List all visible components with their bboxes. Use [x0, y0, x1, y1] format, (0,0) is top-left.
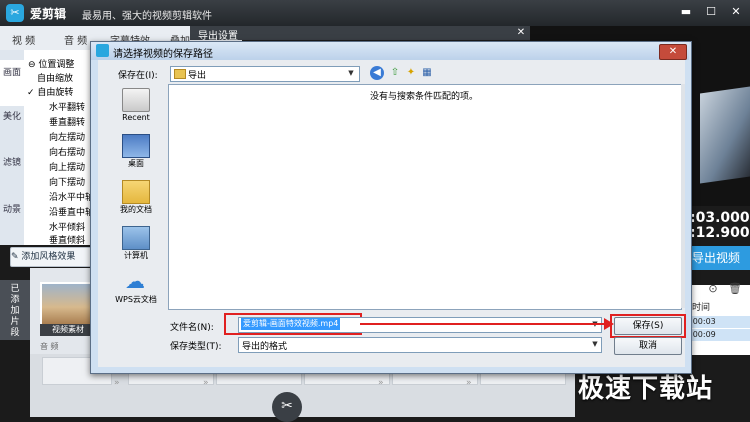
preview-photo	[700, 86, 750, 184]
effect-item-selected[interactable]: ✓ 自由旋转	[27, 85, 73, 98]
chevron-down-icon[interactable]: ▼	[346, 69, 356, 77]
effect-item[interactable]: 垂直倾斜	[49, 233, 85, 246]
table-row[interactable]: :00:09	[690, 329, 750, 341]
effect-item[interactable]: 沿水平中轴	[49, 190, 94, 203]
effect-item[interactable]: 沿垂直中轴	[49, 205, 94, 218]
refresh-icon[interactable]: ⊙	[706, 282, 720, 296]
dialog-close-button[interactable]: ✕	[659, 44, 687, 60]
minimize-icon[interactable]: ▬	[678, 4, 694, 20]
add-style-effect-button[interactable]: ✎ 添加风格效果	[10, 247, 94, 267]
sidebar-item-beautify[interactable]: 美化	[0, 112, 24, 122]
close-icon[interactable]: ✕	[728, 4, 744, 20]
chevron-right-icon: »	[203, 378, 209, 388]
maximize-icon[interactable]: ☐	[703, 4, 719, 20]
clip-label: 视频素材	[40, 324, 96, 336]
filetype-label: 保存类型(T):	[170, 342, 222, 352]
scissors-icon[interactable]: ✂	[272, 392, 302, 422]
export-settings-title: 导出设置	[198, 31, 238, 42]
chevron-right-icon: »	[114, 378, 120, 388]
save-in-value: 导出	[188, 71, 207, 81]
effect-item[interactable]: 垂直翻转	[49, 115, 85, 128]
cloud-icon[interactable]: ☁	[122, 270, 148, 292]
effect-item[interactable]: 向上摆动	[49, 160, 85, 173]
dialog-app-icon	[96, 44, 109, 57]
effect-item[interactable]: 水平倾斜	[49, 220, 85, 233]
table-header: 时间	[692, 303, 711, 313]
effect-item[interactable]: 自由缩放	[37, 71, 73, 84]
save-button[interactable]: 保存(S)	[614, 317, 682, 335]
export-settings-close-icon[interactable]: ✕	[514, 27, 528, 39]
filename-value[interactable]: 爱剪辑-画面特效视频.mp4	[241, 318, 341, 330]
recent-icon[interactable]	[122, 88, 150, 112]
up-folder-icon[interactable]: ⇧	[388, 66, 402, 80]
sidebar-item-filter[interactable]: 滤镜	[0, 158, 24, 168]
file-list[interactable]	[168, 84, 682, 310]
chevron-right-icon: »	[466, 378, 472, 388]
export-video-button[interactable]: 导出视频	[682, 246, 750, 270]
effect-item[interactable]: 向右摆动	[49, 145, 85, 158]
file-list-edge	[681, 84, 685, 308]
tab-audio[interactable]: 音 频	[64, 32, 87, 47]
desktop-icon[interactable]	[122, 134, 150, 158]
trash-icon[interactable]: 🗑	[728, 282, 742, 296]
filetype-value: 导出的格式	[242, 342, 288, 352]
app-logo-icon: ✂	[6, 4, 24, 22]
place-recent[interactable]: Recent	[108, 113, 164, 122]
effect-item[interactable]: 向左摆动	[49, 130, 85, 143]
computer-icon[interactable]	[122, 226, 150, 250]
filetype-dropdown[interactable]	[238, 337, 602, 353]
chevron-right-icon: »	[378, 378, 384, 388]
empty-message: 没有与搜索条件匹配的项。	[370, 92, 479, 102]
clip-thumbnail[interactable]	[40, 282, 96, 328]
app-name: 爱剪辑	[30, 7, 67, 21]
new-folder-icon[interactable]: ✦	[404, 66, 418, 80]
export-settings-titlebar: 导出设置	[190, 26, 530, 42]
effects-header[interactable]: ⊖ 位置调整	[28, 57, 74, 70]
folder-icon	[174, 69, 186, 79]
view-menu-icon[interactable]: ▦	[420, 66, 434, 80]
audio-track-label: 音 频	[40, 342, 59, 351]
added-clips-label: 已添加片段	[0, 280, 30, 340]
place-desktop[interactable]: 桌面	[108, 158, 164, 169]
place-wps-cloud[interactable]: WPS云文档	[108, 294, 164, 305]
annotation-arrow	[360, 323, 610, 325]
chevron-down-icon[interactable]: ▼	[590, 340, 600, 348]
total-time: :12.900	[690, 225, 750, 241]
documents-icon[interactable]	[122, 180, 150, 204]
app-slogan: 最易用、强大的视频剪辑软件	[82, 11, 212, 22]
current-time: :03.000	[690, 210, 750, 226]
effect-item[interactable]: 水平翻转	[49, 100, 85, 113]
filename-label: 文件名(N):	[170, 323, 214, 333]
sidebar-item-motion[interactable]: 动景	[0, 205, 24, 215]
cancel-button[interactable]: 取消	[614, 337, 682, 355]
back-icon[interactable]: ◀	[370, 66, 384, 80]
effect-item[interactable]: 向下摆动	[49, 175, 85, 188]
save-in-label: 保存在(I):	[118, 71, 158, 81]
place-computer[interactable]: 计算机	[108, 250, 164, 261]
place-documents[interactable]: 我的文档	[108, 204, 164, 215]
table-row[interactable]: :00:03	[690, 316, 750, 328]
dialog-title: 请选择视频的保存路径	[113, 49, 213, 60]
sidebar-item-picture[interactable]: 画面	[0, 60, 24, 106]
tab-video[interactable]: 视 频	[12, 32, 35, 47]
